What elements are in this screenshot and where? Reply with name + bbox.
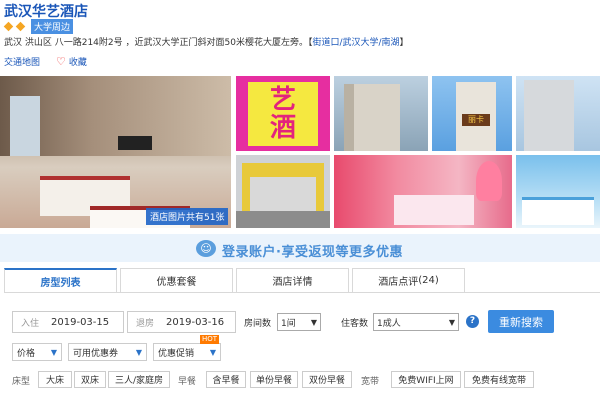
bed-option-family[interactable]: 三人/家庭房	[108, 371, 170, 388]
help-icon[interactable]: ?	[466, 315, 479, 328]
rooms-label: 房间数	[244, 319, 272, 329]
tab-reviews-label: 酒店点评	[378, 277, 419, 288]
tab-details[interactable]: 酒店详情	[236, 268, 349, 292]
broadband-option-wired[interactable]: 免费有线宽带	[464, 371, 534, 388]
neon-sign-photo[interactable]: 艺酒	[236, 76, 330, 151]
chevron-down-icon: ▼	[50, 347, 57, 357]
ocean-room-photo[interactable]	[516, 155, 600, 228]
checkout-value: 2019-03-16	[166, 316, 225, 328]
main-room-photo[interactable]	[0, 76, 231, 228]
hot-badge: HOT	[200, 335, 220, 344]
tab-packages[interactable]: 优惠套餐	[120, 268, 233, 292]
checkin-date-field[interactable]: 入住 2019-03-15	[12, 311, 124, 333]
dropdown-arrow-icon: ▼	[448, 317, 455, 327]
building-photo[interactable]	[334, 76, 428, 151]
area-link[interactable]: 街道口/武汉大学/南湖	[312, 38, 399, 48]
address-bracket: 】	[399, 38, 409, 48]
rooms-value: 1间	[281, 318, 296, 329]
building-sign: 丽卡	[462, 114, 490, 126]
map-link[interactable]: 交通地图	[4, 55, 40, 68]
tab-room-list[interactable]: 房型列表	[4, 268, 117, 292]
breakfast-option-included[interactable]: 含早餐	[206, 371, 246, 388]
bed-option-king[interactable]: 大床	[38, 371, 72, 388]
checkout-date-field[interactable]: 退房 2019-03-16	[127, 311, 236, 333]
checkin-value: 2019-03-15	[51, 316, 110, 328]
district-badge[interactable]: 大学周边	[31, 19, 74, 34]
tab-reviews[interactable]: 酒店点评 (24)	[352, 268, 465, 292]
favorite-label: 收藏	[68, 58, 87, 68]
hotel-tabs: 房型列表 优惠套餐 酒店详情 酒店点评 (24)	[4, 268, 465, 292]
smiley-icon: ☺	[196, 240, 216, 257]
coupon-filter-label: 可用优惠券	[73, 348, 119, 359]
dropdown-arrow-icon: ▼	[310, 317, 317, 327]
bed-option-twin[interactable]: 双床	[74, 371, 106, 388]
diamond-icon	[15, 21, 26, 32]
breakfast-label: 早餐	[178, 377, 197, 387]
building-photo[interactable]	[516, 76, 600, 151]
diamond-icon	[3, 21, 14, 32]
banner-text: 登录账户·享受返现等更多优惠	[222, 245, 403, 260]
favorite-button[interactable]: ♡ 收藏	[56, 55, 87, 68]
promo-filter-label: 优惠促销	[158, 348, 195, 359]
hotel-actions: 交通地图 ♡ 收藏	[4, 55, 87, 68]
price-filter[interactable]: 价格 ▼	[12, 343, 62, 361]
broadband-label: 宽带	[361, 377, 380, 387]
guests-select[interactable]: 1成人 ▼	[373, 313, 459, 331]
login-promo-banner[interactable]: ☺ 登录账户·享受返现等更多优惠	[0, 234, 600, 262]
themed-room-photo[interactable]	[334, 155, 512, 228]
price-filter-label: 价格	[17, 348, 36, 359]
neon-char: 艺	[269, 85, 296, 115]
address-text: 武汉 洪山区 八一路214附2号 ，近武汉大学正门斜对面50米樱花大厦左旁。【	[4, 38, 313, 48]
hotel-rating-row: 大学周边	[3, 19, 74, 34]
coupon-filter[interactable]: 可用优惠券 ▼	[68, 343, 147, 361]
promo-filter[interactable]: 优惠促销 ▼	[153, 343, 221, 361]
guests-label: 住客数	[341, 319, 369, 329]
bed-type-label: 床型	[12, 377, 31, 387]
breakfast-option-double[interactable]: 双份早餐	[302, 371, 352, 388]
building-photo[interactable]: 丽卡	[432, 76, 512, 151]
tabs-divider	[4, 292, 600, 293]
checkin-label: 入住	[21, 318, 40, 329]
hotel-name: 武汉华艺酒店	[4, 4, 88, 20]
hotel-address: 武汉 洪山区 八一路214附2号 ，近武汉大学正门斜对面50米樱花大厦左旁。【街…	[4, 35, 409, 48]
review-count: (24)	[418, 275, 439, 286]
chevron-down-icon: ▼	[209, 347, 216, 357]
broadband-option-wifi[interactable]: 免费WIFI上网	[391, 371, 461, 388]
chevron-down-icon: ▼	[135, 347, 142, 357]
storefront-photo[interactable]	[236, 155, 330, 228]
breakfast-option-single[interactable]: 单份早餐	[250, 371, 298, 388]
rooms-select[interactable]: 1间 ▼	[277, 313, 321, 331]
checkout-label: 退房	[136, 318, 155, 329]
neon-char: 酒	[269, 113, 296, 143]
photo-count-label[interactable]: 酒店图片共有51张	[146, 208, 229, 225]
research-button[interactable]: 重新搜索	[488, 310, 554, 333]
guests-value: 1成人	[377, 318, 401, 329]
heart-icon: ♡	[56, 55, 66, 68]
